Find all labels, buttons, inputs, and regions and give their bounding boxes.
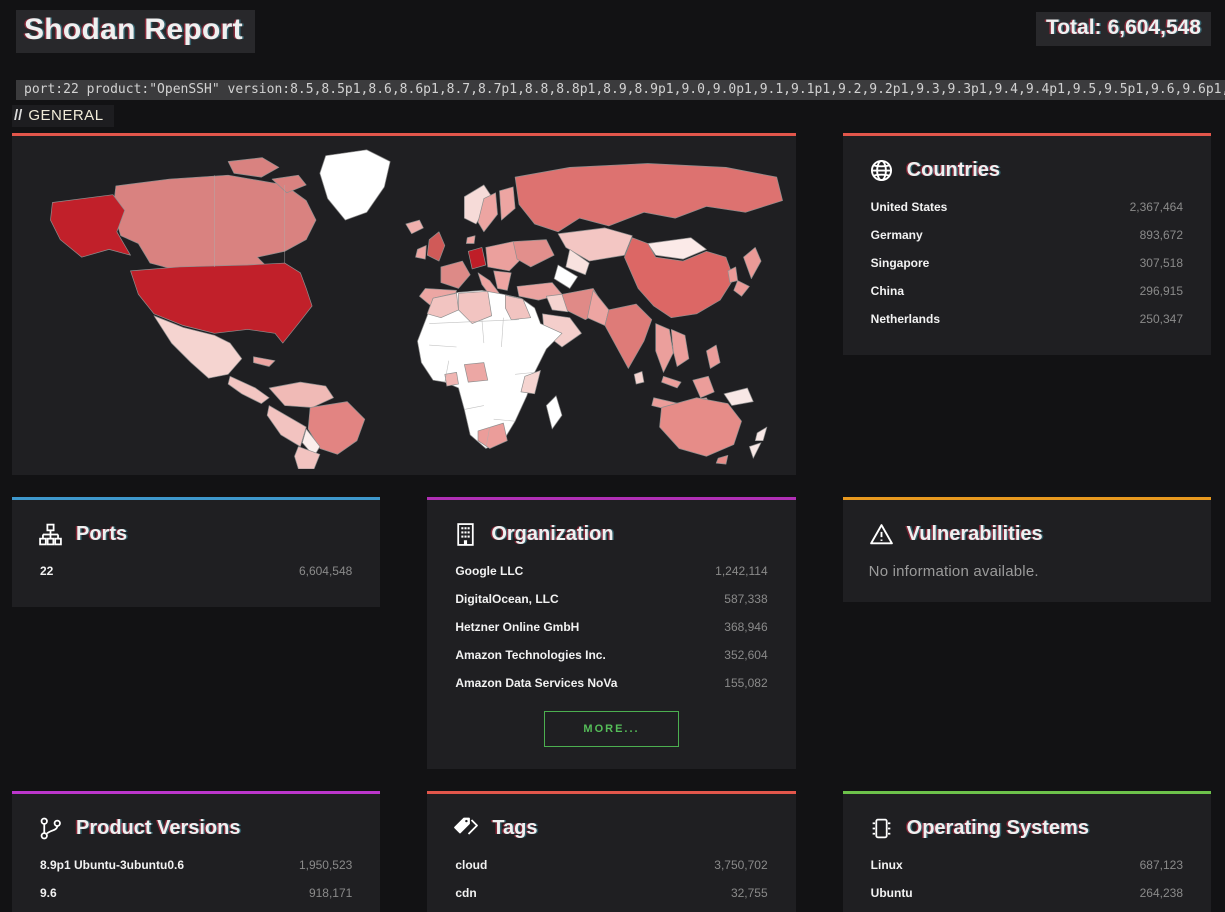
list-item[interactable]: China296,915 bbox=[869, 277, 1185, 305]
product-versions-list: 8.9p1 Ubuntu-3ubuntu0.61,950,523 9.6918,… bbox=[38, 851, 354, 912]
list-item[interactable]: Ubuntu264,238 bbox=[869, 879, 1185, 907]
list-item[interactable]: Linux687,123 bbox=[869, 851, 1185, 879]
vulnerabilities-empty-message: No information available. bbox=[869, 563, 1185, 580]
chip-icon bbox=[869, 816, 894, 841]
tags-list: cloud3,750,702 cdn32,755 scanner899 bbox=[453, 851, 769, 912]
countries-list: United States2,367,464 Germany893,672 Si… bbox=[869, 193, 1185, 333]
ports-list: 226,604,548 bbox=[38, 557, 354, 585]
search-query-bar: port:22 product:"OpenSSH" version:8.5,8.… bbox=[16, 80, 1225, 100]
list-item[interactable]: 9.6918,171 bbox=[38, 879, 354, 907]
list-item[interactable]: United States2,367,464 bbox=[869, 193, 1185, 221]
sitemap-icon bbox=[38, 522, 63, 547]
operating-systems-panel: Operating Systems Linux687,123 Ubuntu264… bbox=[843, 791, 1211, 912]
list-item[interactable]: scanner899 bbox=[453, 907, 769, 912]
list-item[interactable]: Google LLC1,242,114 bbox=[453, 557, 769, 585]
warning-icon bbox=[869, 522, 894, 547]
vulnerabilities-title: Vulnerabilities bbox=[869, 522, 1185, 547]
list-item[interactable]: Netherlands250,347 bbox=[869, 305, 1185, 333]
vulnerabilities-panel: Vulnerabilities No information available… bbox=[843, 497, 1211, 602]
page-title: Shodan Report bbox=[16, 10, 255, 53]
countries-panel: Countries United States2,367,464 Germany… bbox=[843, 133, 1211, 355]
version-branch-icon bbox=[38, 816, 63, 841]
list-item[interactable]: Singapore307,518 bbox=[869, 249, 1185, 277]
header: Shodan Report Total: 6,604,548 bbox=[0, 0, 1225, 53]
ports-panel: Ports 226,604,548 bbox=[12, 497, 380, 607]
total-badge: Total: 6,604,548 bbox=[1036, 12, 1211, 46]
total-value: 6,604,548 bbox=[1108, 16, 1201, 39]
list-item[interactable]: DigitalOcean, LLC587,338 bbox=[453, 585, 769, 613]
section-prefix: // bbox=[14, 107, 22, 124]
section-general-label: //GENERAL bbox=[12, 105, 114, 127]
organization-list: Google LLC1,242,114 DigitalOcean, LLC587… bbox=[453, 557, 769, 697]
tags-panel: Tags cloud3,750,702 cdn32,755 scanner899 bbox=[427, 791, 795, 912]
report-grid: Countries United States2,367,464 Germany… bbox=[12, 133, 1211, 912]
list-item[interactable]: 8.9p1 Ubuntu-3ubuntu0.61,950,523 bbox=[38, 851, 354, 879]
list-item[interactable]: 8.9p1 Ubuntu-3ubuntu0.7891,601 bbox=[38, 907, 354, 912]
operating-systems-list: Linux687,123 Ubuntu264,238 FreeBSD55,084 bbox=[869, 851, 1185, 912]
operating-systems-title: Operating Systems bbox=[869, 816, 1185, 841]
ports-title: Ports bbox=[38, 522, 354, 547]
world-map-svg bbox=[20, 142, 788, 469]
globe-icon bbox=[869, 158, 894, 183]
product-versions-panel: Product Versions 8.9p1 Ubuntu-3ubuntu0.6… bbox=[12, 791, 380, 912]
tags-icon bbox=[453, 816, 479, 841]
product-versions-title: Product Versions bbox=[38, 816, 354, 841]
list-item[interactable]: Germany893,672 bbox=[869, 221, 1185, 249]
more-button[interactable]: MORE... bbox=[544, 711, 678, 747]
list-item[interactable]: cloud3,750,702 bbox=[453, 851, 769, 879]
organization-title: Organization bbox=[453, 522, 769, 547]
list-item[interactable]: FreeBSD55,084 bbox=[869, 907, 1185, 912]
countries-title: Countries bbox=[869, 158, 1185, 183]
list-item[interactable]: 226,604,548 bbox=[38, 557, 354, 585]
total-label: Total: bbox=[1046, 16, 1102, 39]
map-panel bbox=[12, 133, 796, 475]
tags-title: Tags bbox=[453, 816, 769, 841]
building-icon bbox=[453, 522, 478, 547]
list-item[interactable]: Hetzner Online GmbH368,946 bbox=[453, 613, 769, 641]
list-item[interactable]: Amazon Technologies Inc.352,604 bbox=[453, 641, 769, 669]
organization-panel: Organization Google LLC1,242,114 Digital… bbox=[427, 497, 795, 769]
list-item[interactable]: Amazon Data Services NoVa155,082 bbox=[453, 669, 769, 697]
more-wrap: MORE... bbox=[453, 711, 769, 747]
list-item[interactable]: cdn32,755 bbox=[453, 879, 769, 907]
